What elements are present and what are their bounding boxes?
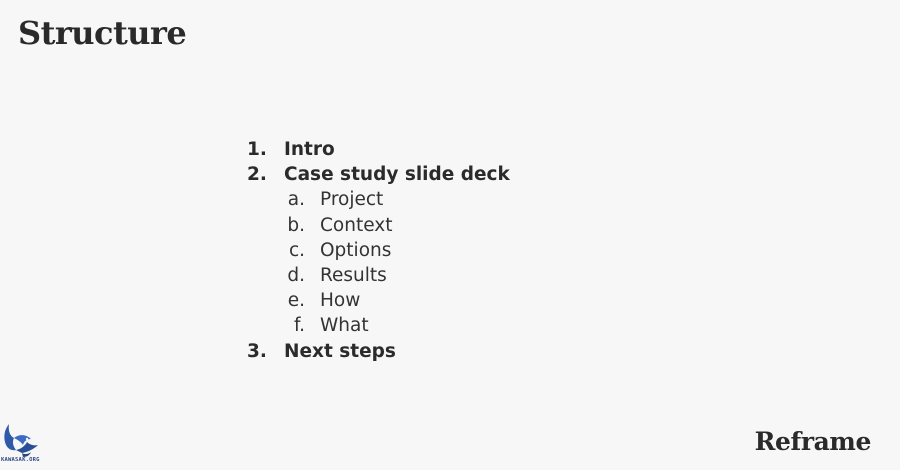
sub-item-letter: c.: [288, 239, 305, 261]
sub-item-letter: b.: [287, 214, 305, 236]
brand-wordmark: Reframe: [754, 427, 872, 456]
item-number: 2.: [247, 164, 267, 186]
item-label: Next steps: [284, 340, 396, 362]
item-label: Intro: [284, 139, 335, 160]
sub-list-item: a. Project: [247, 187, 510, 212]
sub-item-letter: d.: [287, 264, 305, 286]
sub-list-item: e. How: [247, 288, 510, 313]
sub-item-label: What: [320, 315, 369, 337]
slide-title: Structure: [18, 14, 187, 52]
sub-item-label: Project: [320, 189, 384, 211]
list-item: 3. Next steps: [247, 339, 510, 364]
sub-list-item: f. What: [247, 313, 510, 338]
list-item: 1. Intro: [247, 137, 510, 162]
sub-item-label: How: [320, 290, 361, 312]
sub-list-item: b. Context: [247, 213, 510, 238]
item-number: 1.: [247, 139, 267, 160]
item-number: 3.: [247, 340, 267, 362]
outline-list: 1. Intro 2. Case study slide deck a. Pro…: [247, 137, 510, 364]
sub-item-label: Options: [320, 239, 392, 261]
sub-item-letter: f.: [293, 315, 305, 337]
sub-item-label: Results: [320, 264, 387, 286]
sub-item-letter: e.: [287, 290, 305, 312]
list-item: 2. Case study slide deck: [247, 162, 510, 187]
watermark-text: KAWASAK.ORG: [1, 457, 40, 463]
item-label: Case study slide deck: [284, 164, 510, 186]
sub-list-item: c. Options: [247, 238, 510, 263]
sub-item-label: Context: [320, 214, 393, 236]
sub-item-letter: a.: [287, 189, 305, 211]
sub-list-item: d. Results: [247, 263, 510, 288]
